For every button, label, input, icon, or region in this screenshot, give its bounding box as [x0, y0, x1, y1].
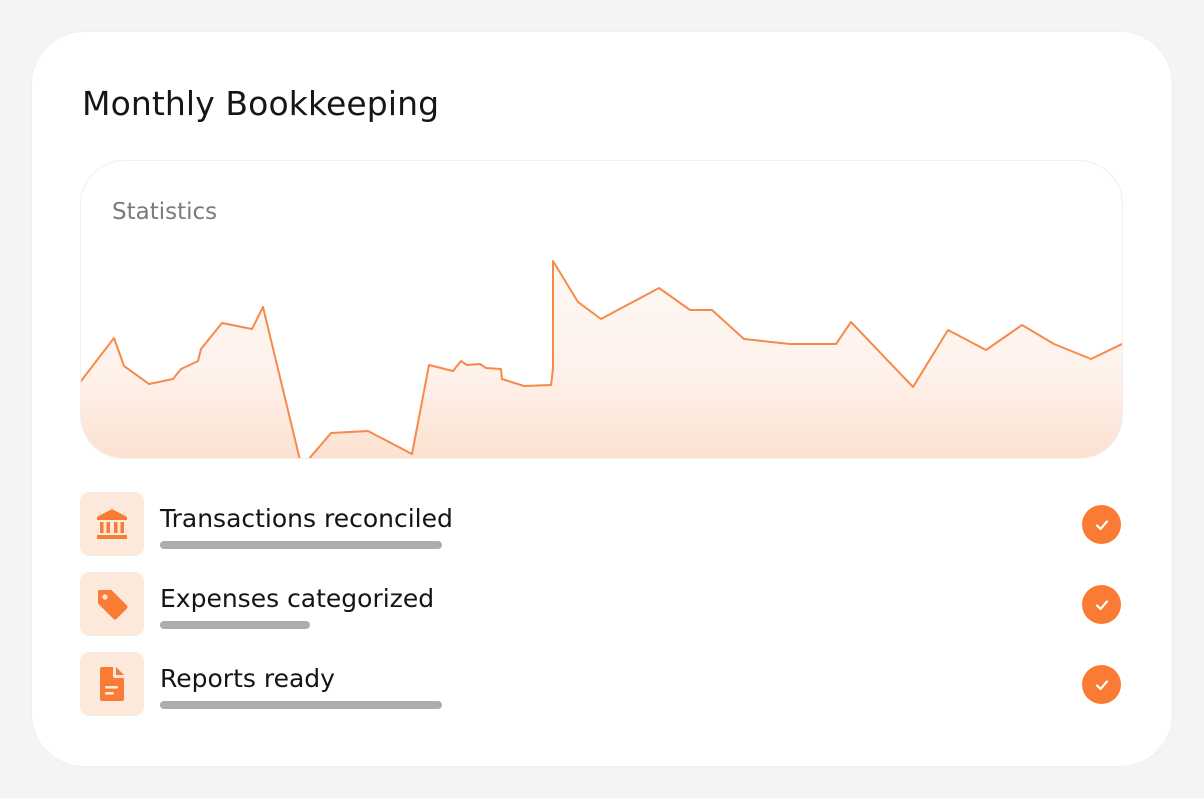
- statistics-sparkline: [81, 260, 1122, 458]
- bookkeeping-card: Monthly Bookkeeping Statistics Transacti…: [32, 32, 1172, 766]
- page: Monthly Bookkeeping Statistics Transacti…: [0, 0, 1204, 798]
- check-icon[interactable]: [1082, 505, 1121, 544]
- task-label: Expenses categorized: [160, 584, 435, 613]
- check-icon[interactable]: [1082, 665, 1121, 704]
- task-reports-ready[interactable]: Reports ready: [80, 652, 1123, 716]
- bank-icon: [80, 492, 144, 556]
- document-icon: [80, 652, 144, 716]
- page-title: Monthly Bookkeeping: [82, 84, 440, 123]
- sparkline-area: [81, 261, 1122, 458]
- task-label: Transactions reconciled: [160, 504, 453, 533]
- task-expenses-categorized[interactable]: Expenses categorized: [80, 572, 1123, 636]
- task-label: Reports ready: [160, 664, 335, 693]
- task-progress-bar: [160, 541, 442, 549]
- check-icon[interactable]: [1082, 585, 1121, 624]
- statistics-panel: Statistics: [80, 160, 1123, 459]
- task-progress-bar: [160, 701, 442, 709]
- task-progress-bar: [160, 621, 310, 629]
- tag-icon: [80, 572, 144, 636]
- task-transactions-reconciled[interactable]: Transactions reconciled: [80, 492, 1123, 556]
